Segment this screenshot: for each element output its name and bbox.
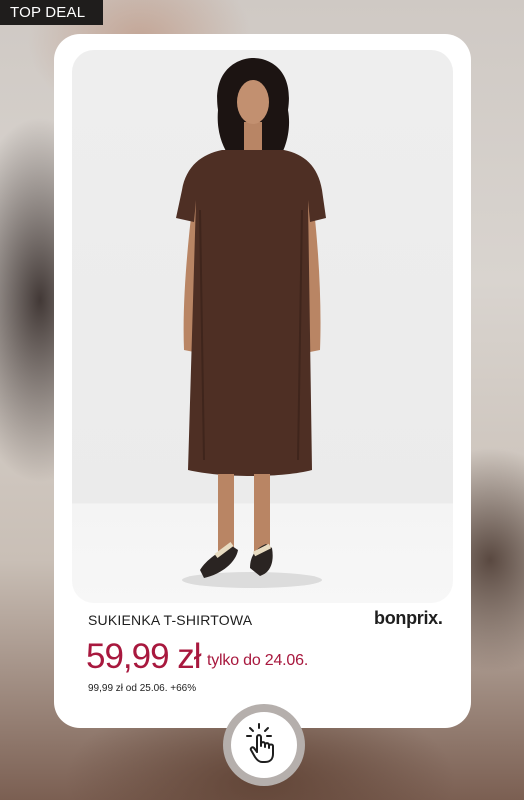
top-deal-label: TOP DEAL xyxy=(10,4,86,21)
top-deal-badge: TOP DEAL xyxy=(0,0,103,25)
hand-tap-icon xyxy=(244,722,284,769)
product-card[interactable]: SUKIENKA T-SHIRTOWA bonprix. 59,99 zł ty… xyxy=(54,34,471,728)
product-price: 59,99 zł xyxy=(86,637,202,676)
product-image[interactable] xyxy=(72,50,453,603)
brand-logo: bonprix. xyxy=(374,608,443,628)
tap-button[interactable] xyxy=(223,704,305,786)
regular-price-note: 99,99 zł od 25.06. +66% xyxy=(88,683,197,694)
offer-valid-until: tylko do 24.06. xyxy=(207,652,309,669)
product-name: SUKIENKA T-SHIRTOWA xyxy=(88,612,253,628)
